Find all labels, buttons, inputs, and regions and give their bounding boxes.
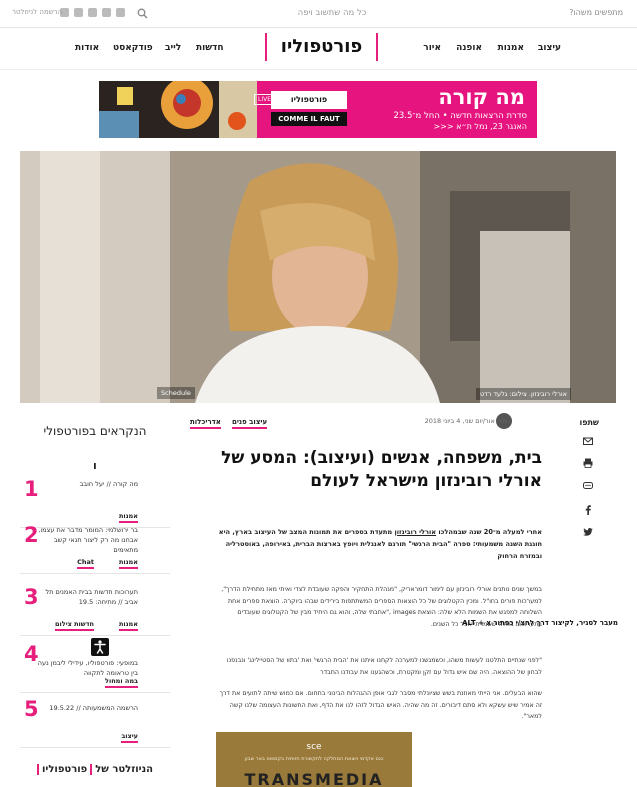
popular-item-category[interactable]: עיצוב bbox=[121, 732, 138, 743]
newsletter-register-link[interactable]: הרשמה לניוזלטר bbox=[12, 8, 62, 16]
facebook-icon[interactable] bbox=[74, 8, 83, 17]
sce-logo: sce bbox=[306, 742, 322, 752]
article-headline: בית, משפחה, אנשים (ועיצוב): המסע של אורל… bbox=[221, 448, 542, 491]
search-box[interactable]: כל מה שתשוב ויפה bbox=[137, 6, 497, 22]
popular-item-category-2[interactable]: חדשות צילום bbox=[55, 620, 94, 631]
banner-location: האנגר 23, נמל ת״א <<< bbox=[433, 122, 527, 131]
site-logo[interactable]: פורטפוליו bbox=[265, 33, 378, 61]
popular-item[interactable]: 3 תערוכות חדשות בבית האמנים תל אביב // מ… bbox=[20, 581, 170, 636]
popular-item[interactable]: 2 בר ירושלמי: המומר מדבר את עצמו, אבחנו … bbox=[20, 519, 170, 574]
banner-artwork bbox=[99, 81, 257, 138]
popular-item-title[interactable]: במופעי: פורטפוליו, עידילי ליבמן נעה בין … bbox=[33, 658, 138, 678]
schedule-label[interactable]: Schedule bbox=[157, 387, 195, 399]
hero-image: אורלי רובינזון. צילום: גלעד רדט Schedule bbox=[20, 151, 616, 403]
nav-item-illustration[interactable]: איור bbox=[423, 43, 441, 53]
newsletter-brand: פורטפוליו bbox=[36, 764, 93, 775]
popular-title: הנקראים בפורטפולי bbox=[43, 424, 147, 438]
top-bar: מתפשים משהו? כל מה שתשוב ויפה הרשמה לניו… bbox=[0, 0, 637, 28]
facebook-share-icon[interactable] bbox=[583, 505, 593, 515]
tag-interior-design[interactable]: עיצוב פנים bbox=[232, 418, 268, 429]
banner-title: מה קורה bbox=[438, 85, 525, 109]
popular-item-category[interactable]: אמנות bbox=[118, 620, 138, 631]
grid-icon[interactable] bbox=[116, 8, 125, 17]
tag-architecture[interactable]: אדריכלות bbox=[190, 418, 221, 429]
accessibility-skip-link[interactable]: מעבר לסגיר, לקיצור דרך לחצ/י כפתור ALT +… bbox=[440, 618, 618, 628]
article-paragraph-3: שהוא הבעלים. אני הייתי מאוזנת בשש שציונל… bbox=[219, 690, 542, 720]
hero-caption: אורלי רובינזון. צילום: גלעד רדט bbox=[476, 388, 572, 400]
print-icon[interactable] bbox=[583, 458, 593, 468]
popular-marker: ו bbox=[93, 459, 97, 472]
popular-item-title[interactable]: בר ירושלמי: המומר מדבר את עצמו, אבחנו מה… bbox=[33, 525, 138, 555]
search-icon[interactable] bbox=[137, 8, 148, 19]
search-input[interactable]: כל מה שתשוב ויפה bbox=[167, 8, 497, 18]
nav-item-live[interactable]: לייב bbox=[165, 43, 181, 53]
lead-author-link[interactable]: אורלי רובינזון bbox=[394, 528, 436, 536]
popular-item-category-2[interactable]: Chat bbox=[77, 558, 94, 569]
rss-icon[interactable] bbox=[102, 8, 111, 17]
youtube-icon[interactable] bbox=[88, 8, 97, 17]
newsletter-label: הניוזלטר של bbox=[95, 764, 154, 775]
popular-item-category[interactable]: אמנות bbox=[118, 558, 138, 569]
newsletter-heading: הניוזלטר שלפורטפוליו bbox=[20, 764, 170, 775]
banner-partner-logo: COMME IL FAUT bbox=[271, 112, 347, 126]
nav-item-art[interactable]: אמנות bbox=[498, 43, 524, 53]
twitter-share-icon[interactable] bbox=[583, 527, 593, 537]
share-label: שתפו bbox=[579, 418, 599, 427]
social-links bbox=[60, 8, 125, 17]
popular-item[interactable]: 5 הרשמה המשמעותה // 19.5.22 עיצוב bbox=[20, 693, 170, 748]
popular-item-title[interactable]: הרשמה המשמעותה // 19.5.22 bbox=[33, 703, 138, 713]
nav-item-news[interactable]: חדשות bbox=[196, 43, 224, 53]
lead-text-start: אחרי למעלה מ־20 שנה שבמהלכו bbox=[436, 528, 542, 536]
sce-advertisement[interactable]: sce כנס אקדמי ויוצאת המחלקה לתקשורת חזות… bbox=[216, 732, 412, 787]
subscribers-link[interactable]: מתפשים משהו? bbox=[569, 8, 623, 17]
email-share-icon[interactable] bbox=[583, 436, 593, 446]
popular-item[interactable]: 4 במופעי: פורטפוליו, עידילי ליבמן נעה בי… bbox=[20, 638, 170, 693]
nav-item-design[interactable]: עיצוב bbox=[538, 43, 561, 53]
popular-item-title[interactable]: תערוכות חדשות בבית האמנים תל אביב // מתי… bbox=[33, 587, 138, 607]
promo-banner[interactable]: LIVE פורטפוליו COMME IL FAUT מה קורה סדר… bbox=[99, 81, 537, 138]
nav-item-podcast[interactable]: פודקאסט bbox=[113, 43, 153, 53]
author-meta: מיה אור/יום שני, 4 ביוני 2018 bbox=[424, 417, 507, 425]
banner-logo: פורטפוליו bbox=[271, 91, 347, 109]
sce-headline: TRANSMEDIA bbox=[244, 770, 384, 787]
article-paragraph-2: "לפני שנתיים התלטנו לעשות משהו, וכשמגשנו… bbox=[226, 657, 542, 676]
nav-item-about[interactable]: אודות bbox=[75, 43, 99, 53]
popular-item-title[interactable]: מה קורה // יעל חובב bbox=[33, 479, 138, 489]
comment-icon[interactable] bbox=[583, 481, 593, 491]
banner-subtitle: סדרת הרצאות חדשה • החל מ־23.5 bbox=[393, 111, 527, 121]
nav-item-fashion[interactable]: אופנה bbox=[456, 43, 482, 53]
popular-item-category[interactable]: במה ומחול bbox=[105, 677, 138, 688]
article-lead: אחרי למעלה מ־20 שנה שבמהלכו אורלי רובינז… bbox=[212, 526, 542, 562]
sce-subtitle: כנס אקדמי ויוצאת המחלקה לתקשורת חזותית ב… bbox=[244, 756, 384, 762]
